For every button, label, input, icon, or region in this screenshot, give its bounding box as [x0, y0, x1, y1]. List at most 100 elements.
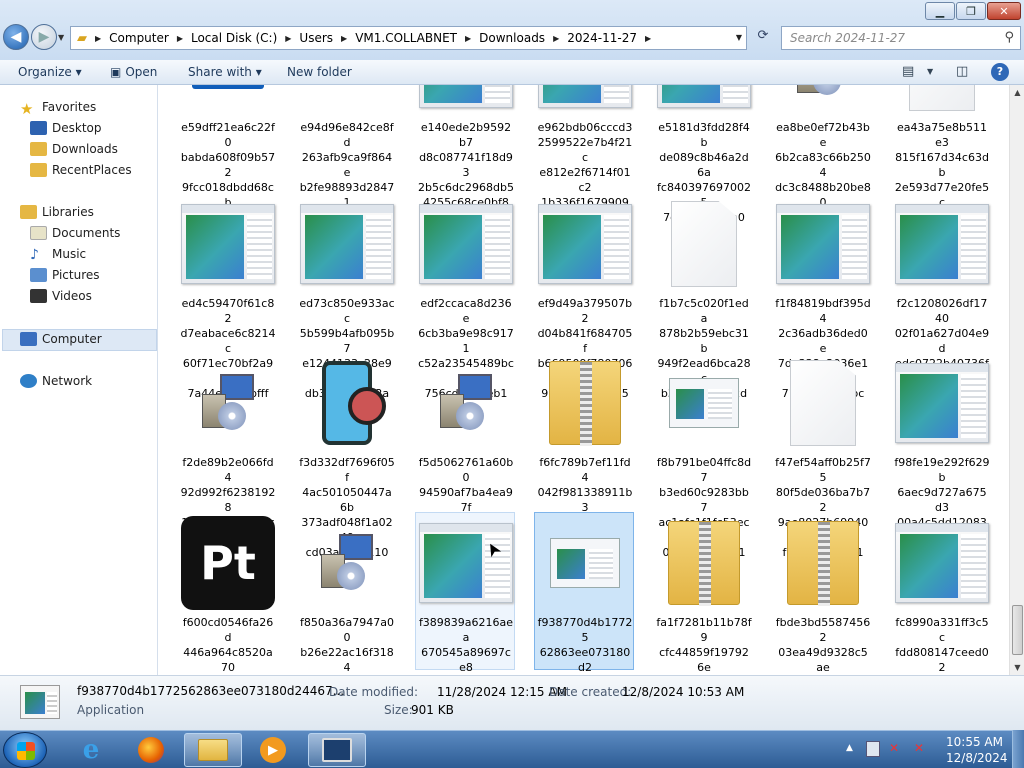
breadcrumb-users[interactable]: Users: [299, 31, 333, 45]
file-item[interactable]: fa1f7281b11b78f9 cfc44859f197926e 79f6d1…: [653, 512, 753, 674]
breadcrumb-downloads[interactable]: Downloads: [479, 31, 545, 45]
breadcrumb-current-folder[interactable]: 2024-11-27: [567, 31, 637, 45]
nav-network[interactable]: Network: [20, 371, 92, 391]
file-item[interactable]: e962bdb06cccd3 2599522e7b4f21c e812e2f67…: [534, 85, 634, 224]
nav-music[interactable]: ♪ Music: [30, 244, 86, 264]
file-item[interactable]: ed73c850e933acc 5b599b4afb095b7 e1244133…: [296, 193, 396, 415]
file-name: fbde3bd55874562 03ea49d9328c5ae 0c657cec…: [775, 616, 871, 674]
file-item[interactable]: f850a36a7947a00 b26e22ac16f3184 761d0428…: [296, 512, 396, 674]
chevron-right-icon[interactable]: ▶: [645, 34, 651, 43]
file-name: fa1f7281b11b78f9 cfc44859f197926e 79f6d1…: [656, 616, 752, 674]
tray-show-hidden-icon[interactable]: ▲: [846, 743, 853, 753]
file-item[interactable]: f8b791be04ffc8d7 b3ed60c9283bb7 ac1afc1f…: [653, 352, 753, 574]
refresh-button[interactable]: ⟳: [752, 28, 774, 48]
remote-desktop-icon: [322, 738, 352, 762]
taskbar-firefox[interactable]: [122, 733, 180, 767]
recent-places-icon: [30, 163, 47, 177]
file-item[interactable]: f6fc789b7ef11fd4 042f981338911b3 9529129…: [534, 352, 634, 574]
nav-pictures[interactable]: Pictures: [30, 265, 100, 285]
taskbar-remote-desktop[interactable]: [308, 733, 366, 767]
file-item[interactable]: f2de89b2e066fd4 92d992f62381928 1e7f9d05…: [177, 352, 277, 574]
nav-documents[interactable]: Documents: [30, 223, 120, 243]
file-item[interactable]: ef9d49a379507b2 d04b841f684705f b669509f…: [534, 193, 634, 415]
taskbar-media-player[interactable]: ▶: [244, 733, 302, 767]
share-with-button[interactable]: Share with ▾: [188, 65, 262, 79]
file-item[interactable]: e5181d3fdd28f4b de089c8b46a2d6a fc840397…: [653, 85, 753, 239]
scroll-up-icon[interactable]: ▲: [1010, 85, 1024, 100]
close-button[interactable]: ✕: [987, 2, 1021, 20]
file-item[interactable]: Pt f600cd0546fa26d 446a964c8520a70 163139…: [177, 512, 277, 674]
search-input[interactable]: Search 2024-11-27 ⚲: [781, 26, 1021, 50]
new-folder-button[interactable]: New folder: [287, 65, 352, 79]
open-button[interactable]: ▣ Open: [110, 65, 157, 79]
file-name: f938770d4b17725 62863ee073180d2 44671c47…: [537, 616, 633, 674]
chevron-right-icon[interactable]: ▶: [553, 34, 559, 43]
show-desktop-button[interactable]: [1012, 730, 1024, 768]
nav-desktop[interactable]: Desktop: [30, 118, 102, 138]
file-item[interactable]: f938770d4b17725 62863ee073180d2 44671c47…: [534, 512, 634, 674]
file-item[interactable]: f47ef54aff0b25f75 80f5de036ba7b72 9ae802…: [772, 352, 872, 574]
file-item[interactable]: f1f84819bdf395d4 2c36adb36ded0e 7de338e2…: [772, 193, 872, 415]
change-view-icon[interactable]: ▤: [902, 64, 914, 79]
file-item[interactable]: f1b7c5c020f1eda 878b2b59ebc31b 949f2ead6…: [653, 193, 753, 415]
maximize-button[interactable]: ❐: [956, 2, 986, 20]
scroll-down-icon[interactable]: ▼: [1010, 660, 1024, 675]
file-item[interactable]: f98fe19e292f629b 6aec9d727a675d3 00a4c5d…: [891, 352, 991, 574]
file-item[interactable]: f5d5062761a60b0 94590af7ba4ea97f 83f9ddb…: [415, 352, 515, 574]
file-item[interactable]: fbde3bd55874562 03ea49d9328c5ae 0c657cec…: [772, 512, 872, 674]
taskbar-windows-explorer[interactable]: [184, 733, 242, 767]
search-icon[interactable]: ⚲: [1004, 30, 1014, 45]
details-pane: f938770d4b1772562863ee073180d24467... Ap…: [0, 675, 1024, 730]
minimize-button[interactable]: ▁: [925, 2, 955, 20]
file-item[interactable]: f3d332df7696f05f 4ac501050447a6b 373adf0…: [296, 352, 396, 574]
file-item[interactable]: edf2ccaca8d236e 6cb3ba9e98c9171 c52a2354…: [415, 193, 515, 415]
forward-button[interactable]: ▶: [31, 24, 57, 50]
nav-downloads[interactable]: Downloads: [30, 139, 118, 159]
recent-pages-dropdown-icon[interactable]: ▼: [58, 33, 64, 42]
help-icon[interactable]: ?: [991, 63, 1009, 81]
file-item[interactable]: e94d96e842ce8fd 263afb9ca9f864e b2fe9889…: [296, 85, 396, 239]
clock-time[interactable]: 10:55 AM: [946, 735, 1003, 749]
chevron-right-icon[interactable]: ▶: [465, 34, 471, 43]
clock-date[interactable]: 12/8/2024: [946, 751, 1008, 765]
network-muted-icon[interactable]: ✕: [889, 741, 905, 757]
start-button[interactable]: [3, 732, 47, 768]
breadcrumb-local-disk[interactable]: Local Disk (C:): [191, 31, 277, 45]
chevron-right-icon[interactable]: ▶: [177, 34, 183, 43]
date-created-value[interactable]: 12/8/2024 10:53 AM: [622, 685, 744, 699]
preview-pane-icon[interactable]: ◫: [956, 64, 968, 79]
nav-libraries[interactable]: Libraries: [20, 202, 94, 222]
media-player-icon: ▶: [260, 737, 286, 763]
chevron-right-icon[interactable]: ▶: [341, 34, 347, 43]
organize-button[interactable]: Organize ▾: [18, 65, 82, 79]
file-item[interactable]: fc8990a331ff3c5c fdd808147ceed02 46caece…: [891, 512, 991, 674]
windows-logo-icon: [17, 742, 35, 760]
vertical-scrollbar[interactable]: ▲ ▼: [1009, 85, 1024, 675]
file-item[interactable]: ed4c59470f61c82 d7eabace6c8214c 60f71ec7…: [177, 193, 277, 415]
file-item[interactable]: ea43a75e8b511e3 815f167d34c63db 2e593d77…: [891, 85, 991, 239]
file-item[interactable]: f389839a6216aea 670545a89697ce8 5cc3a8c1…: [415, 512, 515, 674]
file-item[interactable]: e59dff21ea6c22f0 babda608f09b572 9fcc018…: [177, 85, 277, 239]
app-icon: [419, 516, 513, 610]
address-bar[interactable]: ▰ ▶ Computer ▶ Local Disk (C:) ▶ Users ▶…: [70, 26, 747, 50]
file-item[interactable]: f2c1208026df1740 02f01a627d04e9d edc0722…: [891, 193, 991, 415]
nav-computer[interactable]: Computer: [20, 329, 102, 349]
nav-videos[interactable]: Videos: [30, 286, 92, 306]
chevron-right-icon[interactable]: ▶: [285, 34, 291, 43]
action-center-icon[interactable]: [866, 741, 880, 757]
chevron-right-icon[interactable]: ▶: [95, 34, 101, 43]
file-item[interactable]: ea8be0ef72b43be 6b2ca83c66b2504 dc3c8488…: [772, 85, 872, 239]
taskbar-internet-explorer[interactable]: e: [62, 733, 120, 767]
date-modified-value[interactable]: 11/28/2024 12:15 AM: [437, 685, 567, 699]
view-options-dropdown-icon[interactable]: ▼: [927, 67, 933, 76]
file-item[interactable]: e140ede2b9592b7 d8c087741f18d93 2b5c6dc2…: [415, 85, 515, 224]
scrollbar-thumb[interactable]: [1012, 605, 1023, 655]
back-button[interactable]: ◀: [3, 24, 29, 50]
address-history-dropdown-icon[interactable]: ▼: [736, 33, 742, 42]
breadcrumb-user[interactable]: VM1.COLLABNET: [355, 31, 457, 45]
breadcrumb-computer[interactable]: Computer: [109, 31, 169, 45]
nav-label: Music: [52, 247, 87, 261]
nav-recent-places[interactable]: RecentPlaces: [30, 160, 132, 180]
volume-muted-icon[interactable]: ✕: [914, 741, 930, 757]
nav-favorites[interactable]: ★ Favorites: [20, 97, 96, 118]
